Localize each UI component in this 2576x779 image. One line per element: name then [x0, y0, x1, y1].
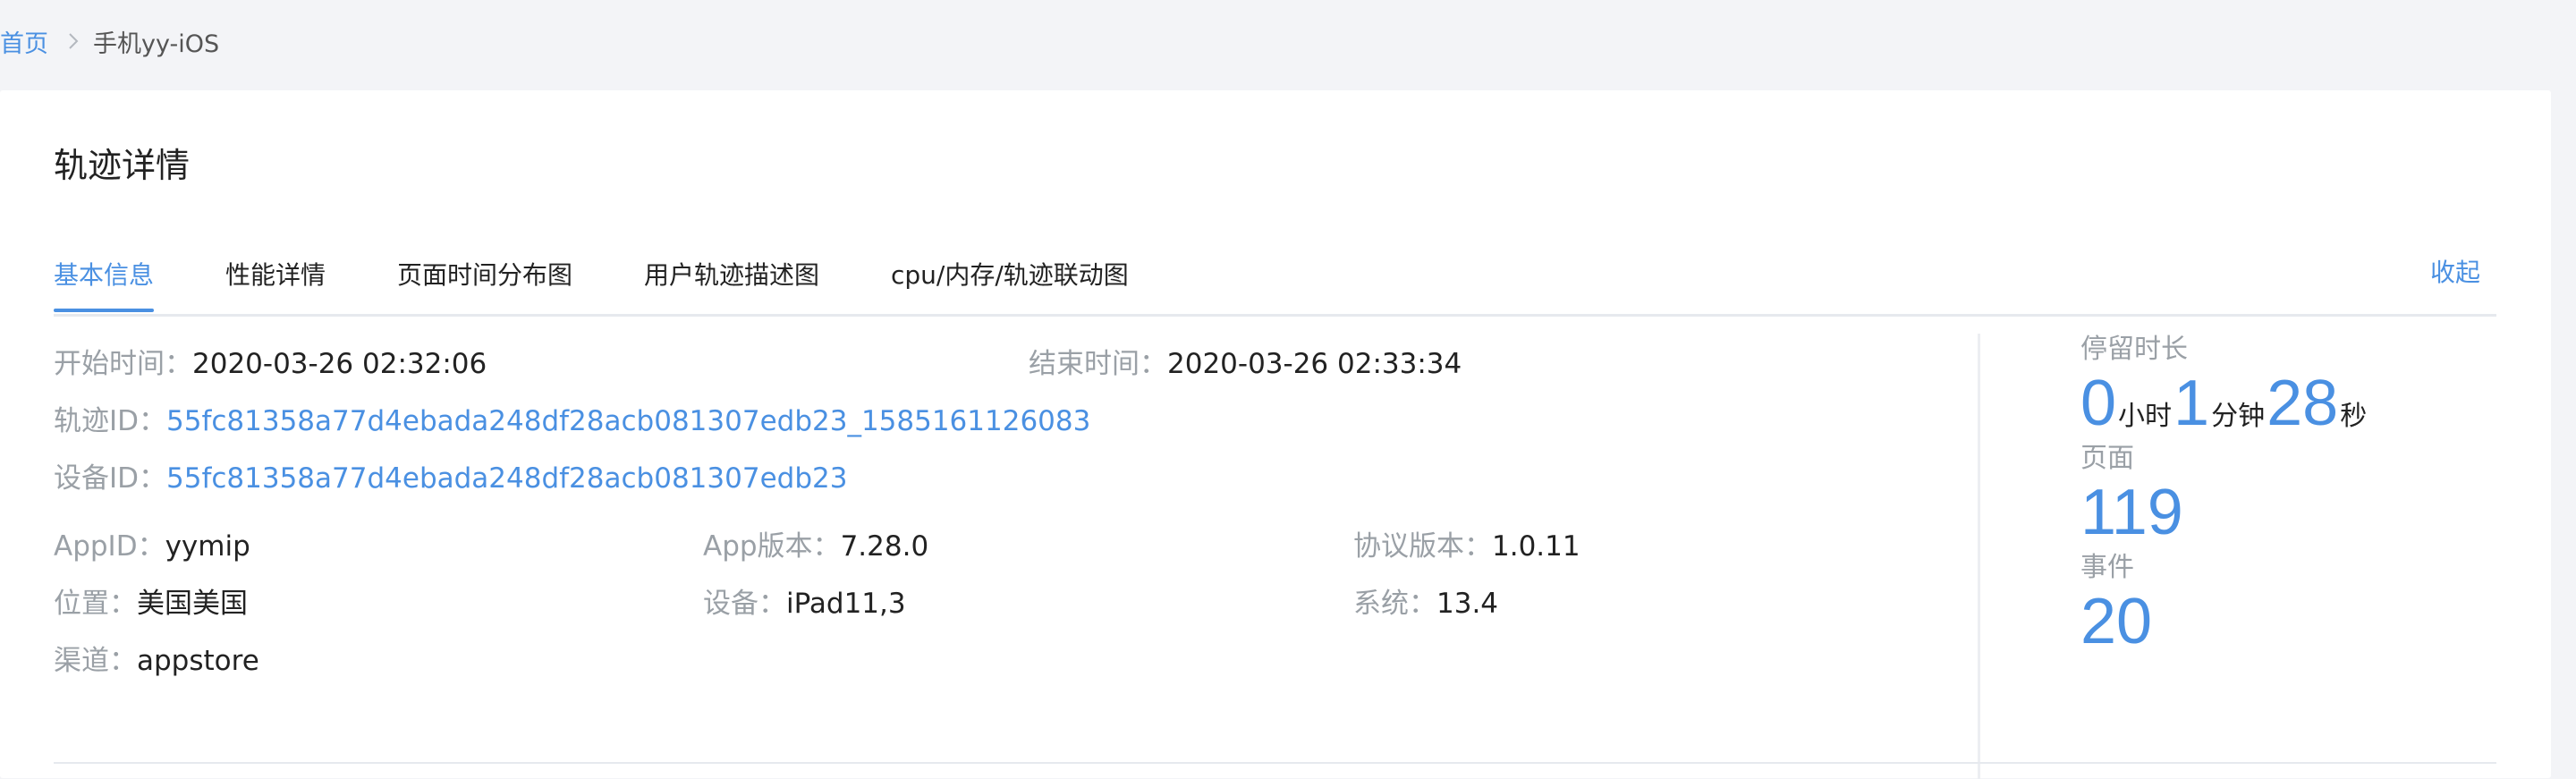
- tab-performance[interactable]: 性能详情: [225, 260, 326, 291]
- app-id-value: yymip: [165, 530, 250, 563]
- protocol-version-field: 协议版本：1.0.11: [1353, 530, 1580, 563]
- location-field: 位置：美国美国: [54, 588, 248, 621]
- protocol-version-label: 协议版本：: [1353, 530, 1492, 563]
- channel-value: appstore: [137, 645, 259, 677]
- events-label: 事件: [2080, 552, 2134, 583]
- system-field: 系统：13.4: [1353, 588, 1498, 621]
- page-title: 轨迹详情: [54, 146, 191, 185]
- breadcrumb: 首页 手机yy-iOS: [0, 24, 220, 59]
- seconds-unit: 秒: [2340, 401, 2368, 432]
- app-id-field: AppID：yymip: [54, 530, 250, 563]
- pages-count: 119: [2080, 477, 2183, 548]
- section-divider: [54, 762, 2496, 764]
- events-stat: 20: [2080, 589, 2152, 654]
- pages-stat: 119: [2080, 480, 2183, 545]
- duration-seconds: 28: [2267, 368, 2339, 439]
- channel-field: 渠道：appstore: [54, 645, 259, 678]
- system-value: 13.4: [1436, 588, 1499, 620]
- system-label: 系统：: [1353, 588, 1436, 620]
- active-tab-indicator: [54, 309, 154, 312]
- breadcrumb-current: 手机yy-iOS: [93, 30, 220, 58]
- start-time-value: 2020-03-26 02:32:06: [192, 348, 487, 380]
- app-id-label: AppID：: [54, 530, 165, 563]
- tab-bar: 基本信息 性能详情 页面时间分布图 用户轨迹描述图 cpu/内存/轨迹联动图 收…: [54, 251, 2496, 317]
- device-value: iPad11,3: [786, 588, 906, 620]
- duration-hours: 0: [2080, 368, 2117, 439]
- device-field: 设备：iPad11,3: [703, 588, 906, 621]
- end-time-value: 2020-03-26 02:33:34: [1167, 348, 1462, 380]
- tab-cpu-memory-trace[interactable]: cpu/内存/轨迹联动图: [891, 260, 1129, 291]
- device-id-link[interactable]: 55fc81358a77d4ebada248df28acb081307edb23: [166, 462, 847, 495]
- device-id-field: 设备ID：55fc81358a77d4ebada248df28acb081307…: [54, 462, 847, 495]
- device-id-label: 设备ID：: [54, 462, 167, 495]
- trace-id-link[interactable]: 55fc81358a77d4ebada248df28acb081307edb23…: [166, 405, 1090, 437]
- end-time-label: 结束时间：: [1029, 348, 1167, 380]
- pages-label: 页面: [2080, 443, 2134, 474]
- start-time-label: 开始时间：: [54, 348, 192, 380]
- start-time-field: 开始时间：2020-03-26 02:32:06: [54, 348, 487, 381]
- app-version-label: App版本：: [703, 530, 841, 563]
- duration-minutes: 1: [2174, 368, 2210, 439]
- location-value: 美国美国: [137, 588, 248, 620]
- chevron-right-icon: [68, 32, 79, 50]
- protocol-version-value: 1.0.11: [1492, 530, 1580, 563]
- column-divider: [1978, 334, 1980, 779]
- hours-unit: 小时: [2118, 401, 2173, 432]
- events-count: 20: [2080, 586, 2153, 657]
- duration-value: 0 小时 1 分钟 28 秒: [2080, 371, 2368, 436]
- device-label: 设备：: [703, 588, 786, 620]
- minutes-unit: 分钟: [2211, 401, 2266, 432]
- channel-label: 渠道：: [54, 645, 137, 677]
- trace-detail-card: 轨迹详情 基本信息 性能详情 页面时间分布图 用户轨迹描述图 cpu/内存/轨迹…: [0, 90, 2551, 779]
- end-time-field: 结束时间：2020-03-26 02:33:34: [1029, 348, 1462, 381]
- breadcrumb-home-link[interactable]: 首页: [0, 24, 48, 59]
- app-version-field: App版本：7.28.0: [703, 530, 928, 563]
- trace-id-field: 轨迹ID：55fc81358a77d4ebada248df28acb081307…: [54, 405, 1090, 438]
- location-label: 位置：: [54, 588, 137, 620]
- tab-user-trace-description[interactable]: 用户轨迹描述图: [644, 260, 819, 291]
- tab-basic-info[interactable]: 基本信息: [54, 260, 154, 291]
- duration-label: 停留时长: [2080, 334, 2188, 365]
- app-version-value: 7.28.0: [840, 530, 929, 563]
- trace-id-label: 轨迹ID：: [54, 405, 167, 437]
- collapse-button[interactable]: 收起: [2430, 253, 2480, 289]
- tab-page-time-distribution[interactable]: 页面时间分布图: [397, 260, 572, 291]
